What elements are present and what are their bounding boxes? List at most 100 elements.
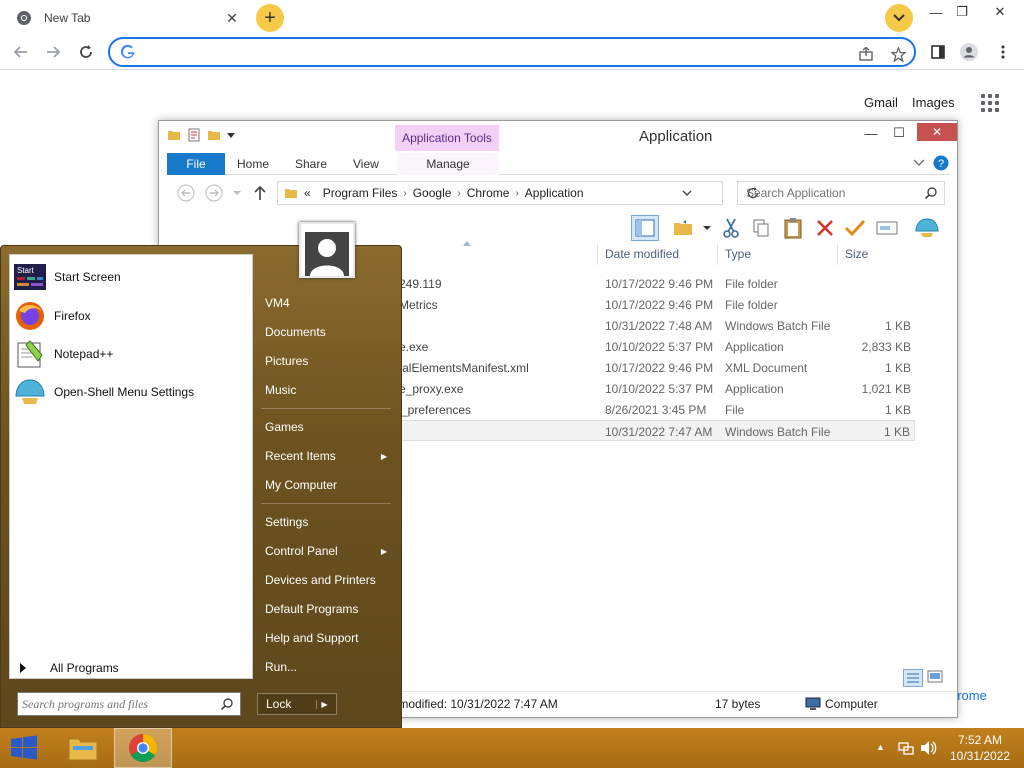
column-type[interactable]: Type — [725, 247, 751, 267]
recent-locations-icon[interactable] — [233, 190, 241, 196]
delete-button[interactable] — [811, 215, 839, 241]
move-dropdown-icon[interactable] — [703, 225, 711, 231]
tab-search-button[interactable] — [885, 4, 913, 32]
profile-button[interactable] — [956, 39, 982, 65]
program-notepad-plus-plus[interactable]: Notepad++ — [14, 338, 250, 370]
tab-new-tab[interactable]: New Tab ✕ — [8, 4, 248, 32]
program-firefox[interactable]: Firefox — [14, 300, 250, 332]
menu-item-control-panel[interactable]: Control Panel ▶ — [257, 540, 397, 562]
back-arrow-icon[interactable] — [177, 184, 195, 202]
address-dropdown-icon[interactable] — [682, 190, 692, 197]
network-icon[interactable] — [898, 740, 914, 756]
search-application-input[interactable] — [738, 182, 918, 204]
explorer-maximize-button[interactable]: ☐ — [885, 123, 913, 143]
menu-item-music[interactable]: Music — [257, 379, 397, 401]
properties-icon[interactable] — [187, 128, 201, 142]
gmail-link[interactable]: Gmail — [864, 95, 898, 110]
preview-pane-button[interactable] — [631, 215, 659, 241]
rename-button[interactable] — [873, 215, 901, 241]
tab-close-icon[interactable]: ✕ — [224, 10, 240, 27]
start-button[interactable] — [0, 728, 48, 768]
taskbar-chrome[interactable] — [114, 728, 172, 768]
copy-button[interactable] — [747, 215, 775, 241]
breadcrumb-separator-icon[interactable]: › — [457, 188, 460, 199]
program-open-shell-settings[interactable]: Open-Shell Menu Settings — [14, 376, 250, 408]
omnibox-input[interactable] — [142, 42, 842, 62]
start-search-input[interactable] — [18, 693, 214, 715]
tab-home[interactable]: Home — [237, 153, 269, 175]
images-link[interactable]: Images — [912, 95, 955, 110]
breadcrumb-chrome[interactable]: Chrome — [467, 186, 510, 200]
breadcrumb-separator-icon[interactable]: › — [403, 188, 406, 199]
start-search-box[interactable] — [17, 692, 241, 716]
column-divider — [837, 243, 838, 265]
column-date-modified[interactable]: Date modified — [605, 247, 679, 267]
lock-button[interactable]: Lock ▶ — [257, 693, 337, 715]
forward-button[interactable] — [40, 39, 66, 65]
properties-check-button[interactable] — [841, 215, 869, 241]
menu-item-default-programs[interactable]: Default Programs — [257, 598, 397, 620]
breadcrumb-program-files[interactable]: Program Files — [323, 186, 398, 200]
menu-item-games[interactable]: Games — [257, 416, 397, 438]
menu-item-pictures[interactable]: Pictures — [257, 350, 397, 372]
qa-dropdown-icon[interactable] — [227, 131, 235, 139]
address-bar[interactable]: « Program Files › Google › Chrome › Appl… — [277, 181, 723, 205]
ribbon-expand-chevron-icon[interactable] — [913, 159, 925, 167]
explorer-close-button[interactable]: ✕ — [917, 123, 957, 141]
file-date: 10/17/2022 9:46 PM — [605, 298, 714, 312]
menu-item-vm4[interactable]: VM4 — [257, 292, 397, 314]
menu-button[interactable] — [990, 39, 1016, 65]
tray-overflow-icon[interactable]: ▲ — [876, 742, 885, 752]
all-programs-button[interactable]: All Programs — [20, 661, 119, 675]
omnibox[interactable] — [108, 37, 916, 67]
up-arrow-icon[interactable] — [253, 185, 267, 201]
taskbar-file-explorer[interactable] — [54, 728, 112, 768]
menu-item-my-computer[interactable]: My Computer — [257, 474, 397, 496]
back-button[interactable] — [8, 39, 34, 65]
menu-item-settings[interactable]: Settings — [257, 511, 397, 533]
user-avatar[interactable] — [299, 222, 355, 278]
menu-item-recent-items[interactable]: Recent Items ▶ — [257, 445, 397, 467]
help-icon[interactable]: ? — [933, 155, 949, 171]
share-icon[interactable] — [856, 44, 876, 64]
bookmark-star-icon[interactable] — [888, 44, 908, 64]
open-shell-button[interactable] — [913, 215, 941, 241]
side-panel-button[interactable] — [925, 39, 951, 65]
breadcrumb-overflow[interactable]: « — [304, 186, 311, 200]
reload-button[interactable] — [73, 39, 99, 65]
large-icons-view-icon[interactable] — [927, 669, 943, 685]
scissors-icon — [723, 218, 739, 238]
menu-item-run[interactable]: Run... — [257, 656, 397, 678]
window-close-button[interactable]: ✕ — [984, 0, 1016, 24]
new-tab-button[interactable]: + — [256, 4, 284, 32]
menu-item-documents[interactable]: Documents — [257, 321, 397, 343]
column-size[interactable]: Size — [845, 247, 868, 267]
menu-item-help-and-support[interactable]: Help and Support — [257, 627, 397, 649]
cut-button[interactable] — [717, 215, 745, 241]
paste-button[interactable] — [779, 215, 807, 241]
clock[interactable]: 7:52 AM 10/31/2022 — [944, 732, 1016, 764]
google-apps-icon[interactable] — [981, 94, 999, 112]
menu-item-devices-and-printers[interactable]: Devices and Printers — [257, 569, 397, 591]
lock-options-arrow-icon[interactable]: ▶ — [316, 699, 332, 709]
tab-share[interactable]: Share — [295, 153, 327, 175]
details-view-icon[interactable] — [903, 669, 923, 687]
search-icon[interactable] — [220, 697, 234, 711]
explorer-minimize-button[interactable]: — — [857, 123, 885, 143]
tab-manage[interactable]: Manage — [397, 153, 499, 175]
tab-file[interactable]: File — [167, 153, 225, 175]
search-box[interactable] — [737, 181, 945, 205]
move-folder-button[interactable] — [669, 215, 697, 241]
table-row-selected[interactable]: t 10/31/2022 7:47 AM Windows Batch File … — [355, 420, 915, 441]
breadcrumb-application[interactable]: Application — [525, 186, 584, 200]
tab-view[interactable]: View — [353, 153, 379, 175]
forward-arrow-icon[interactable] — [205, 184, 223, 202]
program-start-screen[interactable]: Start Start Screen — [14, 261, 250, 293]
new-folder-icon[interactable] — [207, 128, 221, 142]
restore-button[interactable]: ❐ — [946, 0, 978, 24]
user-silhouette-icon — [305, 232, 349, 276]
breadcrumb-google[interactable]: Google — [413, 186, 452, 200]
volume-icon[interactable] — [920, 740, 938, 756]
breadcrumb-separator-icon[interactable]: › — [515, 188, 518, 199]
search-icon[interactable] — [924, 186, 938, 200]
